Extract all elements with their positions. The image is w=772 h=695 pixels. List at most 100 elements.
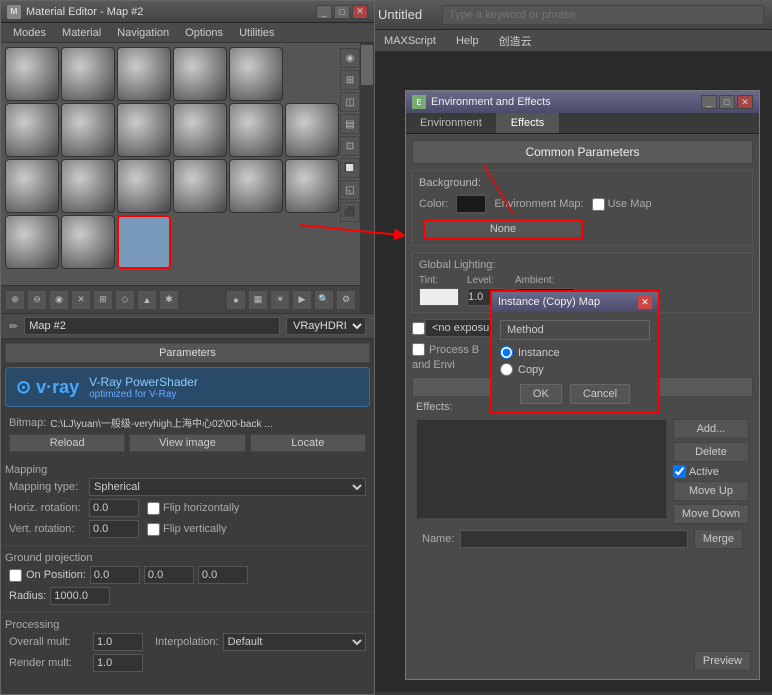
menu-navigation[interactable]: Navigation: [109, 25, 177, 41]
ground-on-checkbox[interactable]: [9, 569, 22, 582]
env-maximize[interactable]: □: [719, 95, 735, 109]
tb-put-to-scene[interactable]: ▲: [137, 290, 157, 310]
tb-bg[interactable]: ▦: [248, 290, 268, 310]
env-minimize[interactable]: _: [701, 95, 717, 109]
sphere-preview-21[interactable]: [5, 215, 59, 269]
tb-unique[interactable]: ◇: [115, 290, 135, 310]
gl-tint-swatch[interactable]: [419, 288, 459, 306]
side-icon-4[interactable]: ▤: [340, 114, 360, 134]
tb-magnify[interactable]: 🔍: [314, 290, 334, 310]
mapping-type-select[interactable]: Spherical: [89, 478, 366, 496]
tb-get-material[interactable]: ⊕: [5, 290, 25, 310]
move-up-button[interactable]: Move Up: [673, 481, 749, 501]
effects-name-input[interactable]: [460, 530, 687, 548]
cancel-button[interactable]: Cancel: [570, 384, 630, 404]
render-input[interactable]: [93, 654, 143, 672]
radius-input[interactable]: [50, 587, 110, 605]
material-name-input[interactable]: [24, 317, 280, 335]
color-swatch[interactable]: [456, 195, 486, 213]
reload-button[interactable]: Reload: [9, 434, 125, 452]
tab-environment[interactable]: Environment: [406, 113, 497, 133]
scrollbar-thumb[interactable]: [361, 45, 373, 85]
tb-put-assign[interactable]: ◉: [49, 290, 69, 310]
sphere-preview-15[interactable]: [61, 159, 115, 213]
sphere-preview-14[interactable]: [5, 159, 59, 213]
tb-options[interactable]: ⚙: [336, 290, 356, 310]
tb-put-material[interactable]: ⊖: [27, 290, 47, 310]
process-bg-checkbox[interactable]: [412, 343, 425, 356]
preview-button[interactable]: Preview: [694, 651, 751, 671]
flip-v-checkbox[interactable]: [147, 523, 160, 536]
side-icon-7[interactable]: ◱: [340, 180, 360, 200]
use-map-checkbox[interactable]: [592, 198, 605, 211]
instance-radio[interactable]: [500, 346, 513, 359]
tb-pick[interactable]: ✱: [159, 290, 179, 310]
effects-list[interactable]: [416, 419, 667, 519]
horiz-input[interactable]: [89, 499, 139, 517]
sphere-preview-9[interactable]: [117, 103, 171, 157]
preview-scrollbar[interactable]: [360, 43, 374, 313]
bg-menu-help[interactable]: Help: [446, 33, 489, 49]
sphere-preview-8[interactable]: [61, 103, 115, 157]
sphere-preview-11[interactable]: [229, 103, 283, 157]
delete-button[interactable]: Delete: [673, 442, 749, 462]
locate-button[interactable]: Locate: [250, 434, 366, 452]
minimize-button[interactable]: _: [316, 5, 332, 19]
copy-radio[interactable]: [500, 363, 513, 376]
move-down-button[interactable]: Move Down: [673, 504, 749, 524]
side-icon-1[interactable]: ◉: [340, 48, 360, 68]
tb-copy[interactable]: ⊞: [93, 290, 113, 310]
sphere-preview-13[interactable]: [285, 103, 339, 157]
sphere-preview-17[interactable]: [173, 159, 227, 213]
view-image-button[interactable]: View image: [129, 434, 245, 452]
sphere-preview-selected[interactable]: [117, 215, 171, 269]
sphere-preview-7[interactable]: [5, 103, 59, 157]
sphere-preview-2[interactable]: [61, 47, 115, 101]
bg-search-input[interactable]: [442, 5, 764, 25]
ok-button[interactable]: OK: [520, 384, 562, 404]
sphere-preview-16[interactable]: [117, 159, 171, 213]
tb-sphere[interactable]: ●: [226, 290, 246, 310]
active-checkbox[interactable]: [673, 465, 686, 478]
renderer-dropdown[interactable]: VRayHDRI: [286, 317, 366, 335]
sphere-preview-1[interactable]: [5, 47, 59, 101]
sphere-preview-22[interactable]: [61, 215, 115, 269]
ground-y[interactable]: [144, 566, 194, 584]
close-button[interactable]: ✕: [352, 5, 368, 19]
ground-z[interactable]: [198, 566, 248, 584]
tb-light[interactable]: ☀: [270, 290, 290, 310]
sphere-preview-4[interactable]: [173, 47, 227, 101]
mapping-title: Mapping: [5, 462, 370, 478]
exposure-checkbox[interactable]: [412, 322, 425, 335]
side-icon-5[interactable]: ⊡: [340, 136, 360, 156]
env-close[interactable]: ✕: [737, 95, 753, 109]
bg-menu-maxscript[interactable]: MAXScript: [374, 33, 446, 49]
interp-select[interactable]: Default: [223, 633, 366, 651]
sphere-preview-20[interactable]: [285, 159, 339, 213]
side-icon-3[interactable]: ◫: [340, 92, 360, 112]
tb-video[interactable]: ▶: [292, 290, 312, 310]
side-icon-8[interactable]: ⬛: [340, 202, 360, 222]
menu-modes[interactable]: Modes: [5, 25, 54, 41]
instance-close-button[interactable]: ✕: [638, 295, 652, 309]
menu-options[interactable]: Options: [177, 25, 231, 41]
menu-utilities[interactable]: Utilities: [231, 25, 282, 41]
flip-h-checkbox[interactable]: [147, 502, 160, 515]
bg-menu-cloud[interactable]: 创造云: [489, 31, 542, 51]
ground-x[interactable]: [90, 566, 140, 584]
tb-reset[interactable]: ✕: [71, 290, 91, 310]
sphere-preview-10[interactable]: [173, 103, 227, 157]
maximize-button[interactable]: □: [334, 5, 350, 19]
sphere-preview-3[interactable]: [117, 47, 171, 101]
merge-button[interactable]: Merge: [694, 529, 743, 549]
vert-input[interactable]: [89, 520, 139, 538]
overall-input[interactable]: [93, 633, 143, 651]
sphere-preview-19[interactable]: [229, 159, 283, 213]
side-icon-6[interactable]: 🔲: [340, 158, 360, 178]
sphere-preview-5[interactable]: [229, 47, 283, 101]
menu-material[interactable]: Material: [54, 25, 109, 41]
env-map-button[interactable]: None: [423, 219, 583, 239]
tab-effects[interactable]: Effects: [497, 113, 559, 133]
side-icon-2[interactable]: ⊞: [340, 70, 360, 90]
add-button[interactable]: Add...: [673, 419, 749, 439]
